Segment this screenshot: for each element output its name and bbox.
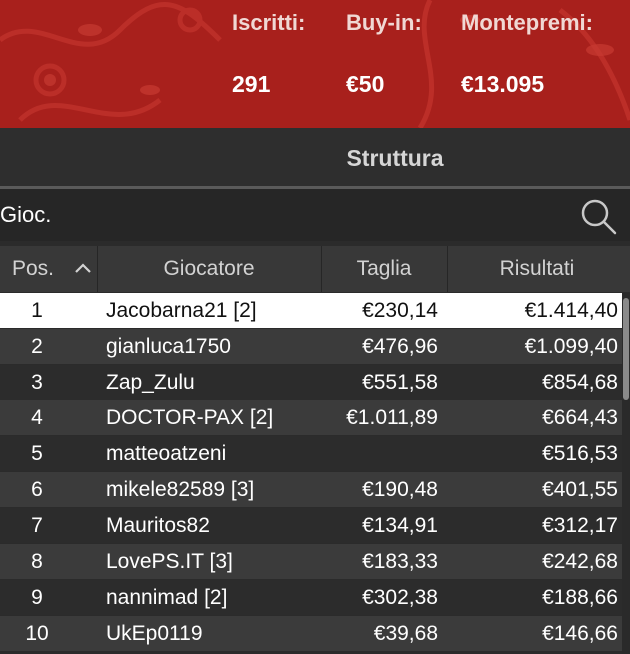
table-row[interactable]: 1 Jacobarna21 [2] €230,14 €1.414,40 [0, 293, 622, 328]
prize-pool-label: Montepremi: [461, 10, 593, 35]
row-position: 4 [31, 406, 43, 429]
row-player: Mauritos82 [106, 514, 210, 537]
row-bounty: €134,91 [362, 514, 438, 537]
row-result: €1.099,40 [524, 335, 618, 358]
table-row[interactable]: 9 nannimad [2] €302,38 €188,66 [0, 580, 622, 615]
row-bounty: €1.011,89 [346, 406, 438, 429]
row-result: €664,43 [542, 406, 618, 429]
row-result: €312,17 [542, 514, 618, 537]
row-result: €854,68 [542, 371, 618, 394]
row-player: LovePS.IT [3] [106, 550, 233, 573]
column-header-player[interactable]: Giocatore [98, 246, 320, 292]
table-row[interactable]: 5 matteoatzeni €516,53 [0, 436, 622, 471]
row-bounty: €551,58 [362, 371, 438, 394]
row-result: €401,55 [542, 478, 618, 501]
table-row[interactable]: 3 Zap_Zulu €551,58 €854,68 [0, 365, 622, 400]
column-header-bounty[interactable]: Taglia [322, 246, 446, 292]
table-row[interactable]: 6 mikele82589 [3] €190,48 €401,55 [0, 472, 622, 507]
row-position: 2 [31, 335, 43, 358]
buyin-value: €50 [346, 71, 385, 97]
row-player: DOCTOR-PAX [2] [106, 406, 274, 429]
row-position: 10 [25, 622, 49, 645]
row-position: 1 [31, 299, 43, 322]
row-result: €146,66 [542, 622, 618, 645]
chevron-up-icon[interactable] [74, 262, 92, 274]
section-title: Struttura [346, 145, 444, 171]
row-position: 8 [31, 550, 43, 573]
table-row[interactable]: 8 LovePS.IT [3] €183,33 €242,68 [0, 544, 622, 579]
row-bounty: €183,33 [362, 550, 438, 573]
row-player: gianluca1750 [106, 335, 231, 358]
buyin-label: Buy-in: [346, 10, 422, 35]
row-bounty: €302,38 [362, 586, 438, 609]
row-position: 6 [31, 478, 43, 501]
row-bounty: €190,48 [362, 478, 438, 501]
row-player: mikele82589 [3] [106, 478, 255, 501]
row-result: €1.414,40 [524, 299, 618, 322]
table-row[interactable]: 10 UkEp0119 €39,68 €146,66 [0, 616, 622, 651]
table-row[interactable]: 4 DOCTOR-PAX [2] €1.011,89 €664,43 [0, 400, 622, 435]
row-player: Jacobarna21 [2] [106, 299, 257, 322]
row-result: €242,68 [542, 550, 618, 573]
row-bounty: €476,96 [362, 335, 438, 358]
entrants-value: 291 [232, 71, 271, 97]
scrollbar-thumb[interactable] [623, 298, 629, 400]
row-player: UkEp0119 [106, 622, 203, 645]
entrants-label: Iscritti: [232, 10, 306, 35]
row-player: matteoatzeni [106, 442, 227, 465]
row-bounty: €230,14 [362, 299, 438, 322]
column-header-pos[interactable]: Pos. [0, 246, 66, 292]
row-bounty: €39,68 [373, 622, 438, 645]
row-result: €188,66 [542, 586, 618, 609]
row-result: €516,53 [542, 442, 618, 465]
prize-pool-value: €13.095 [461, 71, 545, 97]
row-position: 5 [31, 442, 43, 465]
row-player: Zap_Zulu [106, 371, 195, 394]
row-position: 3 [31, 371, 43, 394]
search-icon[interactable] [578, 196, 618, 236]
row-position: 9 [31, 586, 43, 609]
search-input[interactable] [0, 189, 560, 241]
row-player: nannimad [2] [106, 586, 228, 609]
row-position: 7 [31, 514, 43, 537]
table-row[interactable]: 7 Mauritos82 €134,91 €312,17 [0, 508, 622, 543]
column-header-results[interactable]: Risultati [448, 246, 626, 292]
table-row[interactable]: 2 gianluca1750 €476,96 €1.099,40 [0, 329, 622, 364]
